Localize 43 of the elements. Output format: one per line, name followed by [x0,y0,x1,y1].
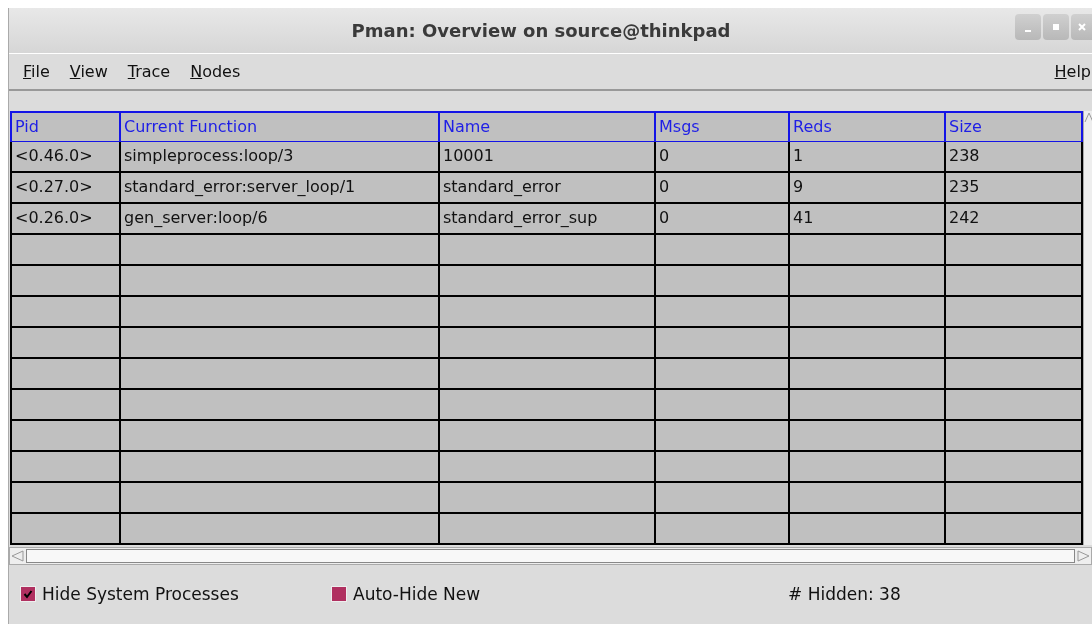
checkbox[interactable] [20,586,36,603]
menu-item[interactable]: Nodes [190,61,241,81]
table-cell: <0.26.0> [10,204,121,236]
checkbox-option[interactable]: Hide System Processes [20,584,331,605]
right-arrow-icon [1077,549,1091,564]
table-cell: 41 [790,204,946,236]
column-header[interactable]: Reds [790,111,946,144]
checkbox-option[interactable]: Auto-Hide New [331,584,788,605]
menu-item[interactable]: Trace [127,61,171,81]
table-cell: 0 [656,142,790,174]
table-cell: 238 [946,142,1083,174]
column-header[interactable]: Name [440,111,656,144]
table-cell: 242 [946,204,1083,236]
menu-item[interactable]: File [23,61,50,81]
table-cell: 0 [656,173,790,205]
close-button[interactable] [1071,14,1092,40]
table-cell: standard_error:server_loop/1 [121,173,440,205]
left-arrow-icon [10,549,24,564]
hidden-count: # Hidden: 38 [788,584,901,605]
window-title: Pman: Overview on source@thinkpad [351,20,731,42]
maximize-icon [1051,22,1061,32]
table-cell: simpleprocess:loop/3 [121,142,440,174]
table-cell: standard_error [440,173,656,205]
column-header[interactable]: Msgs [656,111,790,144]
table-cell: 235 [946,173,1083,205]
menu-item[interactable]: Help [1054,61,1091,81]
table-cell: <0.46.0> [10,142,121,174]
maximize-button[interactable] [1043,14,1069,40]
checkbox[interactable] [331,586,347,603]
table-cell: 0 [656,204,790,236]
table-cell: 9 [790,173,946,205]
table-cell: gen_server:loop/6 [121,204,440,236]
horizontal-scrollbar[interactable] [9,547,1092,565]
table-cell: <0.27.0> [10,173,121,205]
minimize-icon [1025,30,1031,32]
close-icon [1077,22,1087,32]
column-header[interactable]: Size [946,111,1083,144]
column-header[interactable]: Current Function [121,111,440,144]
table-cell: 1 [790,142,946,174]
table-cell: 10001 [440,142,656,174]
menu-item[interactable]: View [69,61,108,81]
table-cell: standard_error_sup [440,204,656,236]
column-header[interactable]: Pid [10,111,121,144]
